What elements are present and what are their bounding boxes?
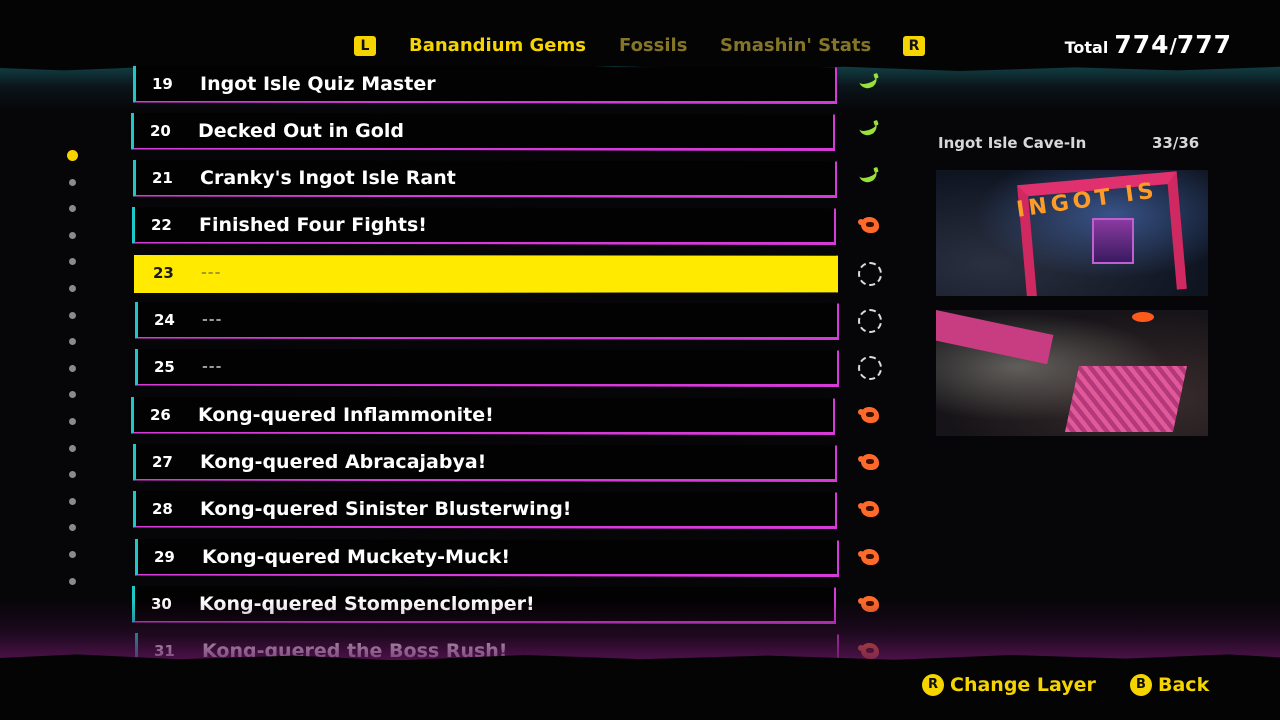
item-number: 23 <box>153 264 174 282</box>
list-item[interactable]: 24 --- <box>135 302 839 340</box>
bottom-glow <box>0 600 1280 664</box>
kong-head-icon <box>858 407 879 423</box>
tower <box>1092 218 1134 264</box>
level-screenshot-2 <box>936 310 1208 436</box>
kong-head-icon <box>858 501 879 517</box>
status-banana-icon <box>856 165 884 193</box>
list-item[interactable]: 23 --- <box>134 255 838 293</box>
status-empty-icon <box>856 260 884 288</box>
total-label: Total <box>1064 38 1109 57</box>
lava-glow <box>1132 312 1154 322</box>
status-kong-icon <box>856 212 884 240</box>
list-item[interactable]: 19 Ingot Isle Quiz Master <box>133 66 837 104</box>
bridge <box>936 310 1054 365</box>
b-button-icon: B <box>1130 674 1152 696</box>
item-number: 24 <box>154 311 175 329</box>
item-title: --- <box>202 359 223 375</box>
item-title: Kong-quered Sinister Blusterwing! <box>200 498 572 520</box>
status-empty-icon <box>856 354 884 382</box>
item-number: 29 <box>154 548 175 566</box>
back-hint[interactable]: B Back <box>1130 674 1209 700</box>
total-separator: / <box>1169 34 1177 58</box>
status-banana-icon <box>856 118 884 146</box>
status-kong-icon <box>856 544 884 572</box>
item-number: 19 <box>152 75 173 93</box>
r-button-icon: R <box>922 674 944 696</box>
item-number: 20 <box>150 122 171 140</box>
change-layer-hint[interactable]: R Change Layer <box>922 674 1096 700</box>
kong-head-icon <box>858 454 879 470</box>
list-item[interactable]: 25 --- <box>135 349 839 387</box>
banana-icon <box>859 170 879 185</box>
r-bumper-key[interactable]: R <box>903 36 925 56</box>
item-title: Kong-quered Abracajabya! <box>200 451 487 473</box>
panel-title: Ingot Isle Cave-In <box>938 134 1087 152</box>
status-kong-icon <box>856 402 884 430</box>
item-number: 25 <box>154 358 175 376</box>
total-value: 774 <box>1114 30 1170 59</box>
item-title: Kong-quered Inflammonite! <box>198 404 494 426</box>
empty-slot-icon <box>858 309 882 333</box>
total-counter: Total 774/777 <box>1065 30 1232 59</box>
status-kong-icon <box>856 496 884 524</box>
list-item[interactable]: 27 Kong-quered Abracajabya! <box>133 444 837 482</box>
item-title: Finished Four Fights! <box>199 214 427 236</box>
status-banana-icon <box>856 71 884 99</box>
empty-slot-icon <box>858 356 882 380</box>
kong-head-icon <box>858 549 879 565</box>
list-item[interactable]: 28 Kong-quered Sinister Blusterwing! <box>133 491 837 529</box>
item-number: 27 <box>152 453 173 471</box>
list-item[interactable]: 20 Decked Out in Gold <box>131 113 835 151</box>
item-title: --- <box>202 312 223 328</box>
item-number: 22 <box>151 216 172 234</box>
status-empty-icon <box>856 307 884 335</box>
item-title: Cranky's Ingot Isle Rant <box>200 167 456 189</box>
pink-platform <box>1064 366 1188 432</box>
change-layer-label: Change Layer <box>950 674 1096 696</box>
gem-list: 19 Ingot Isle Quiz Master 20 Decked Out in … <box>0 0 900 660</box>
list-item[interactable]: 26 Kong-quered Inflammonite! <box>131 397 835 435</box>
total-max: 777 <box>1176 30 1232 59</box>
banana-icon <box>859 123 879 138</box>
panel-count: 33/36 <box>1152 134 1200 152</box>
item-title: Decked Out in Gold <box>198 120 404 142</box>
list-item[interactable]: 29 Kong-quered Muckety-Muck! <box>135 539 839 577</box>
item-number: 21 <box>152 169 173 187</box>
item-title: Ingot Isle Quiz Master <box>200 73 436 95</box>
list-item[interactable]: 21 Cranky's Ingot Isle Rant <box>133 160 837 198</box>
item-number: 26 <box>150 406 171 424</box>
item-number: 28 <box>152 500 173 518</box>
level-screenshot-1: INGOT IS <box>936 170 1208 296</box>
status-kong-icon <box>856 449 884 477</box>
list-item[interactable]: 22 Finished Four Fights! <box>132 207 836 245</box>
back-label: Back <box>1158 674 1210 696</box>
item-title: --- <box>201 265 222 281</box>
empty-slot-icon <box>858 262 882 286</box>
banana-icon <box>859 76 879 91</box>
item-title: Kong-quered Muckety-Muck! <box>202 546 510 568</box>
kong-head-icon <box>858 217 879 233</box>
